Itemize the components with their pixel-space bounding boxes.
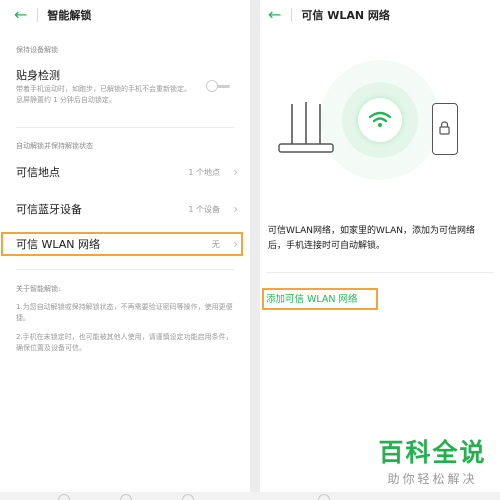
body-detection-toggle[interactable] — [206, 80, 232, 92]
nav-recents-icon[interactable] — [182, 494, 194, 500]
nav-back-icon[interactable] — [318, 494, 330, 500]
section-header-auto-unlock: 自动解锁并保持解锁状态 — [16, 142, 93, 150]
toggle-knob — [206, 80, 218, 92]
about-title: 关于智能解锁: — [16, 285, 61, 293]
section-divider — [266, 272, 494, 273]
section-divider — [16, 127, 234, 128]
watermark-title: 百科全说 — [378, 438, 487, 467]
watermark-subtitle: 助你轻松解决 — [387, 472, 478, 486]
title-divider — [37, 8, 39, 22]
trusted-wlan-description: 可信WLAN网络，如家里的WLAN，添加为可信网络后，手机连接时可自动解锁。 — [268, 226, 476, 251]
smart-unlock-screen: ← 智能解锁 保持设备解锁 贴身检测 带着手机运动时，如跑步，已解锁的手机不会重… — [0, 0, 250, 500]
title-divider — [291, 8, 293, 22]
page-title: 智能解锁 — [47, 9, 92, 22]
top-bar: ← 智能解锁 — [0, 0, 250, 30]
phone-icon — [432, 103, 458, 155]
trusted-wlan-screen: ← 可信 WLAN 网络 可信WLAN网络，如家里的WLAN，添加为可信网络后，… — [260, 0, 500, 500]
body-detection-label: 贴身检测 — [16, 69, 60, 82]
wifi-illustration — [320, 60, 440, 180]
wifi-icon — [368, 111, 392, 127]
body-detection-description: 带着手机运动时，如跑步，已解锁的手机不会重新锁定。息屏静置约 1 分钟后自动锁定… — [16, 85, 191, 104]
trusted-bluetooth-value: 1 个设备 — [188, 204, 220, 214]
bottom-navigation-bar — [0, 492, 500, 500]
add-wlan-highlight-box — [262, 288, 378, 310]
trusted-places-row[interactable]: 可信地点 1 个地点 › — [0, 164, 250, 180]
trusted-bluetooth-label: 可信蓝牙设备 — [16, 203, 82, 216]
chevron-right-icon: › — [233, 202, 238, 216]
trusted-bluetooth-row[interactable]: 可信蓝牙设备 1 个设备 › — [0, 201, 250, 217]
section-divider — [16, 269, 234, 270]
screen-divider — [250, 0, 260, 500]
toggle-track — [216, 85, 230, 88]
about-note-1: 1.为您自动解锁或保持解锁状态，不再需要验证密码等操作，使用更便捷。 — [16, 303, 233, 322]
nav-home-icon[interactable] — [120, 494, 132, 500]
lock-icon — [439, 121, 450, 135]
chevron-right-icon: › — [233, 165, 238, 179]
trusted-wlan-highlight-box — [1, 232, 243, 256]
top-bar: ← 可信 WLAN 网络 — [260, 0, 500, 30]
page-title: 可信 WLAN 网络 — [301, 9, 390, 22]
baike-watermark: 百科全说 助你轻松解决 — [370, 438, 495, 487]
trusted-places-value: 1 个地点 — [188, 167, 220, 177]
trusted-places-label: 可信地点 — [16, 166, 60, 179]
about-note-2: 2.手机在未锁定时，也可能被其他人使用，请谨慎设定功能启用条件，确保位置及设备可… — [16, 333, 233, 352]
back-arrow-icon[interactable]: ← — [14, 7, 27, 23]
back-arrow-icon[interactable]: ← — [268, 7, 281, 23]
nav-back-icon[interactable] — [58, 494, 70, 500]
section-header-keep-unlocked: 保持设备解锁 — [16, 46, 58, 54]
router-icon — [278, 102, 334, 153]
